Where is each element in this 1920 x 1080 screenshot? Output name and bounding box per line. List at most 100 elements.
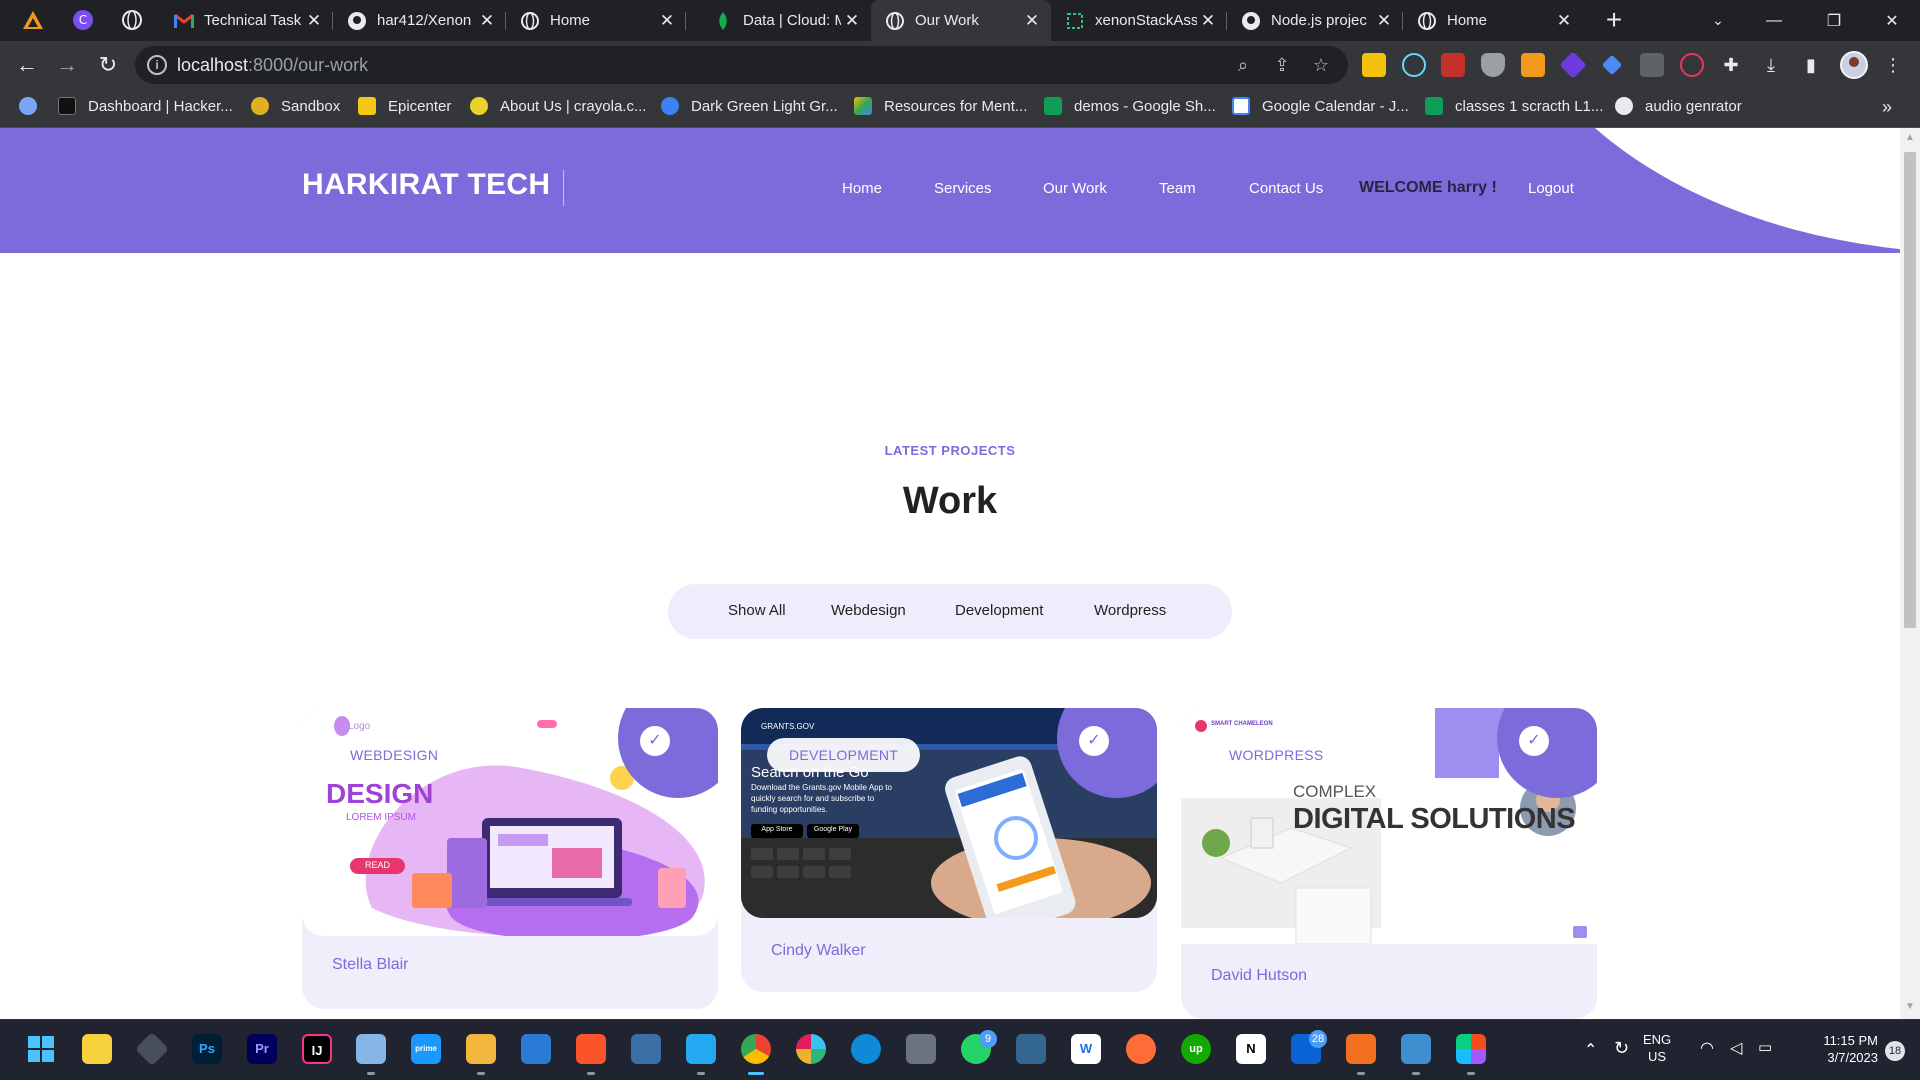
category-tag[interactable]: DEVELOPMENT bbox=[767, 738, 921, 772]
extension-diamond-icon[interactable] bbox=[1601, 54, 1623, 76]
nav-contact-us[interactable]: Contact Us bbox=[1249, 180, 1323, 197]
unity-icon[interactable] bbox=[135, 1032, 169, 1066]
close-tab-icon[interactable]: ✕ bbox=[1373, 11, 1395, 31]
react-devtools-icon[interactable] bbox=[1402, 53, 1426, 77]
nav-services[interactable]: Services bbox=[934, 180, 992, 197]
bookmark-item[interactable]: demos - Google Sh... bbox=[1044, 97, 1216, 115]
xampp-icon[interactable] bbox=[1346, 1034, 1376, 1064]
bookmark-item[interactable]: About Us | crayola.c... bbox=[470, 97, 646, 115]
close-window-button[interactable]: ✕ bbox=[1864, 0, 1920, 41]
app-logo-icon[interactable] bbox=[22, 9, 44, 31]
volume-icon[interactable]: ◁ bbox=[1730, 1038, 1742, 1058]
bookmark-item[interactable]: audio genrator bbox=[1615, 97, 1742, 115]
calculator-icon[interactable] bbox=[906, 1034, 936, 1064]
close-tab-icon[interactable]: ✕ bbox=[1553, 11, 1575, 31]
filter-wordpress[interactable]: Wordpress bbox=[1094, 602, 1166, 619]
shield-extension-icon[interactable] bbox=[1481, 53, 1505, 77]
filter-development[interactable]: Development bbox=[955, 602, 1043, 619]
postgresql-icon[interactable] bbox=[1016, 1034, 1046, 1064]
extensions-puzzle-icon[interactable]: ✚ bbox=[1720, 54, 1742, 76]
canva-tab-icon[interactable]: C bbox=[72, 9, 94, 31]
clipboard-extension-icon[interactable] bbox=[1521, 53, 1545, 77]
bookmark-star-icon[interactable]: ☆ bbox=[1310, 54, 1332, 76]
category-tag[interactable]: WEBDESIGN bbox=[328, 738, 461, 772]
bookmark-item[interactable]: Dark Green Light Gr... bbox=[661, 97, 838, 115]
sticky-notes-icon[interactable] bbox=[82, 1034, 112, 1064]
close-tab-icon[interactable]: ✕ bbox=[841, 11, 863, 31]
close-tab-icon[interactable]: ✕ bbox=[476, 11, 498, 31]
tab-home-2[interactable]: Home ✕ bbox=[1403, 0, 1583, 41]
extension-pen-icon[interactable] bbox=[1640, 53, 1664, 77]
page-scrollbar[interactable]: ▲ ▼ bbox=[1900, 128, 1920, 1019]
nav-our-work[interactable]: Our Work bbox=[1043, 180, 1107, 197]
bookmark-apps-icon[interactable] bbox=[19, 97, 37, 115]
chrome-icon[interactable] bbox=[741, 1034, 771, 1064]
vscode-icon[interactable] bbox=[686, 1034, 716, 1064]
forward-icon[interactable]: → bbox=[53, 51, 81, 79]
windows-start-icon[interactable] bbox=[26, 1034, 56, 1064]
notification-count-badge[interactable]: 18 bbox=[1885, 1041, 1905, 1061]
photos-icon[interactable] bbox=[356, 1034, 386, 1064]
logout-link[interactable]: Logout bbox=[1528, 180, 1574, 197]
menu-kebab-icon[interactable]: ⋮ bbox=[1882, 54, 1904, 76]
bookmark-item[interactable]: Sandbox bbox=[251, 97, 340, 115]
tray-overflow-icon[interactable]: ⌃ bbox=[1584, 1040, 1597, 1060]
tab-technical-task[interactable]: Technical Task | ✕ bbox=[160, 0, 333, 41]
premiere-icon[interactable]: Pr bbox=[247, 1034, 277, 1064]
close-tab-icon[interactable]: ✕ bbox=[1021, 11, 1043, 31]
site-info-icon[interactable]: i bbox=[147, 55, 167, 75]
scroll-up-icon[interactable]: ▲ bbox=[1904, 132, 1916, 146]
share-icon[interactable]: ⇪ bbox=[1271, 54, 1293, 76]
brave-icon[interactable] bbox=[576, 1034, 606, 1064]
notion-icon[interactable]: N bbox=[1236, 1034, 1266, 1064]
tab-replit[interactable]: xenonStackAss ✕ bbox=[1051, 0, 1227, 41]
tab-search-icon[interactable]: ⌄ bbox=[1690, 0, 1746, 41]
nav-home[interactable]: Home bbox=[842, 180, 882, 197]
youtube-extension-icon[interactable] bbox=[1441, 53, 1465, 77]
filter-webdesign[interactable]: Webdesign bbox=[831, 602, 906, 619]
filter-show-all[interactable]: Show All bbox=[728, 602, 786, 619]
mysql-workbench-icon[interactable] bbox=[631, 1034, 661, 1064]
paint-icon[interactable] bbox=[1401, 1034, 1431, 1064]
close-tab-icon[interactable]: ✕ bbox=[656, 11, 678, 31]
category-tag[interactable]: WORDPRESS bbox=[1207, 738, 1346, 772]
bookmark-item[interactable]: Dashboard | Hacker... bbox=[58, 97, 233, 115]
notepad-icon[interactable] bbox=[521, 1034, 551, 1064]
bookmark-item[interactable]: Google Calendar - J... bbox=[1232, 97, 1409, 115]
scrollbar-thumb[interactable] bbox=[1904, 152, 1916, 628]
tray-sync-icon[interactable]: ↻ bbox=[1614, 1038, 1629, 1059]
file-explorer-icon[interactable] bbox=[466, 1034, 496, 1064]
battery-icon[interactable]: ▭ bbox=[1758, 1038, 1772, 1056]
project-card[interactable]: SMART CHAMELEON COMPLEX DIGITAL SOLUTION… bbox=[1181, 708, 1597, 1019]
project-card[interactable]: GRANTS.GOV Search on the Go Download the… bbox=[741, 708, 1157, 992]
writer-icon[interactable]: W bbox=[1071, 1034, 1101, 1064]
address-bar[interactable]: i localhost:8000/our-work ⌕ ⇪ ☆ bbox=[135, 46, 1348, 84]
scroll-down-icon[interactable]: ▼ bbox=[1904, 1001, 1916, 1015]
tab-github-xenon[interactable]: har412/Xenon ✕ bbox=[333, 0, 506, 41]
project-card[interactable]: Logo DESIGN LOREM IPSUM READ ✓ WEBDESIGN… bbox=[302, 708, 718, 1009]
nav-team[interactable]: Team bbox=[1159, 180, 1196, 197]
profile-avatar[interactable] bbox=[1840, 51, 1868, 79]
wifi-icon[interactable]: ◠ bbox=[1700, 1038, 1714, 1058]
close-tab-icon[interactable]: ✕ bbox=[303, 11, 325, 31]
figma-icon[interactable] bbox=[1456, 1034, 1486, 1064]
tab-mongodb[interactable]: Data | Cloud: M ✕ bbox=[699, 0, 871, 41]
extension-notes-icon[interactable] bbox=[1362, 53, 1386, 77]
zoom-icon[interactable]: ⌕ bbox=[1232, 54, 1254, 76]
language-indicator[interactable]: ENG US bbox=[1643, 1031, 1671, 1065]
edge-icon[interactable] bbox=[851, 1034, 881, 1064]
postman-icon[interactable] bbox=[1126, 1034, 1156, 1064]
back-icon[interactable]: ← bbox=[13, 51, 41, 79]
photoshop-icon[interactable]: Ps bbox=[192, 1034, 222, 1064]
minimize-button[interactable]: — bbox=[1746, 0, 1802, 41]
upwork-icon[interactable]: up bbox=[1181, 1034, 1211, 1064]
tab-nodejs-project[interactable]: Node.js projec ✕ bbox=[1227, 0, 1403, 41]
download-icon[interactable]: ⤓ bbox=[1760, 54, 1782, 76]
intellij-icon[interactable]: IJ bbox=[302, 1034, 332, 1064]
slack-icon[interactable] bbox=[796, 1034, 826, 1064]
tab-home[interactable]: Home ✕ bbox=[506, 0, 686, 41]
bookmark-item[interactable]: Epicenter bbox=[358, 97, 451, 115]
prime-video-icon[interactable]: prime bbox=[411, 1034, 441, 1064]
more-bookmarks-icon[interactable]: » bbox=[1882, 97, 1892, 118]
extension-red-icon[interactable] bbox=[1680, 53, 1704, 77]
